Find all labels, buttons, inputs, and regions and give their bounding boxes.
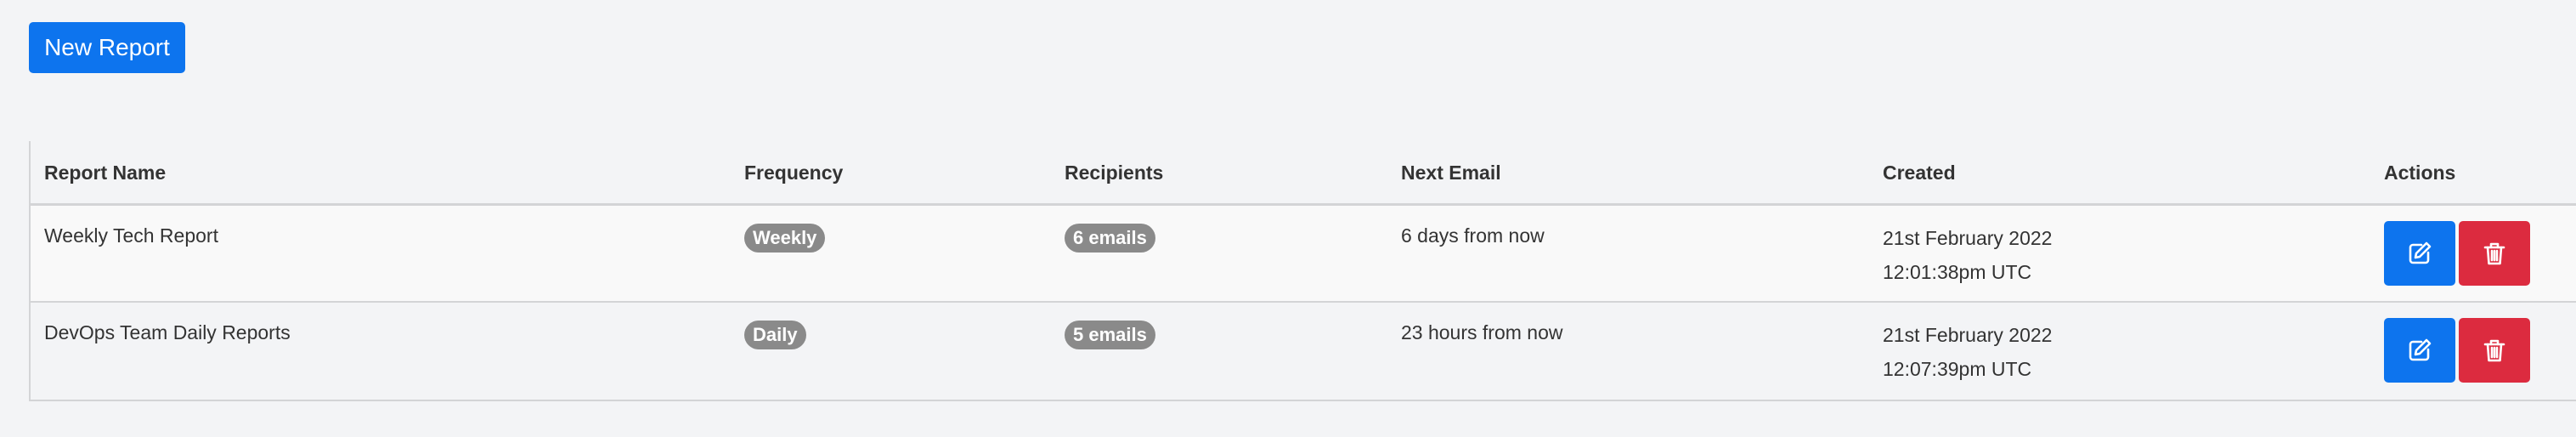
created-cell: 21st February 2022 12:07:39pm UTC xyxy=(1883,318,2052,386)
table-header: Report Name Frequency Recipients Next Em… xyxy=(31,141,2576,206)
report-name: Weekly Tech Report xyxy=(44,224,218,247)
delete-button[interactable] xyxy=(2459,318,2530,383)
frequency-badge: Weekly xyxy=(744,224,826,253)
edit-icon xyxy=(2406,240,2433,267)
header-next-email[interactable]: Next Email xyxy=(1401,162,1501,184)
header-report-name[interactable]: Report Name xyxy=(44,162,166,184)
trash-icon xyxy=(2481,240,2508,267)
next-email: 23 hours from now xyxy=(1401,321,1563,343)
delete-button[interactable] xyxy=(2459,221,2530,286)
edit-button[interactable] xyxy=(2384,318,2455,383)
created-time: 12:01:38pm UTC xyxy=(1883,261,2032,283)
created-cell: 21st February 2022 12:01:38pm UTC xyxy=(1883,221,2052,289)
header-created[interactable]: Created xyxy=(1883,162,1956,184)
header-frequency[interactable]: Frequency xyxy=(744,162,843,184)
table-row: Weekly Tech Report Weekly 6 emails 6 day… xyxy=(31,206,2576,303)
header-actions: Actions xyxy=(2384,162,2456,184)
created-date: 21st February 2022 xyxy=(1883,227,2053,249)
new-report-button[interactable]: New Report xyxy=(29,22,185,73)
report-name: DevOps Team Daily Reports xyxy=(44,321,291,343)
trash-icon xyxy=(2481,337,2508,364)
reports-table: Report Name Frequency Recipients Next Em… xyxy=(29,141,2576,401)
next-email: 6 days from now xyxy=(1401,224,1545,247)
header-recipients[interactable]: Recipients xyxy=(1065,162,1163,184)
created-time: 12:07:39pm UTC xyxy=(1883,358,2032,380)
recipients-badge: 6 emails xyxy=(1065,224,1155,253)
frequency-badge: Daily xyxy=(744,321,806,349)
edit-button[interactable] xyxy=(2384,221,2455,286)
created-date: 21st February 2022 xyxy=(1883,324,2053,346)
table-row: DevOps Team Daily Reports Daily 5 emails… xyxy=(31,303,2576,400)
edit-icon xyxy=(2406,337,2433,364)
recipients-badge: 5 emails xyxy=(1065,321,1155,349)
